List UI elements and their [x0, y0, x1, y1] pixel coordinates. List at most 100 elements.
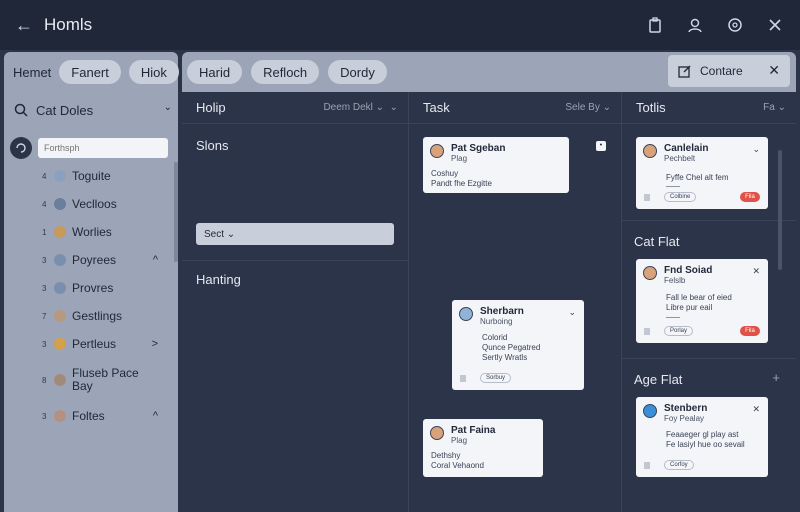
sidebar-item[interactable]: 7 Gestlings	[4, 302, 170, 330]
context-button-label: Contare	[700, 64, 743, 78]
section-title: Hanting	[196, 272, 241, 287]
card-tag[interactable]: Sorbuy	[480, 373, 512, 383]
close-icon[interactable]: ✕	[752, 266, 760, 277]
status-badge[interactable]: Fila	[740, 326, 760, 336]
divider	[182, 260, 408, 261]
column-header: Holip Deem Dekl ⌄ ⌄	[182, 92, 408, 124]
column-title: Holip	[196, 100, 226, 115]
main-board: Holip Deem Dekl ⌄ ⌄ Slons Sect ⌄ Hanting…	[182, 92, 796, 512]
window-controls	[644, 14, 786, 36]
settings-icon[interactable]	[724, 14, 746, 36]
back-arrow-icon[interactable]: ←	[14, 15, 34, 35]
column-sort[interactable]: Deem Dekl ⌄ ⌄	[323, 102, 398, 113]
clipboard-icon[interactable]	[644, 14, 666, 36]
view-pill[interactable]: Refloch	[251, 60, 320, 84]
section-select[interactable]: Sect ⌄	[196, 223, 394, 245]
card-subtitle: Plag	[451, 436, 468, 445]
task-card[interactable]: Canlelain Pechbelt ⌄ Fyffe Chel alt fem …	[636, 137, 768, 209]
card-line: Fyffe Chel alt fem	[666, 173, 729, 182]
scrollbar[interactable]	[174, 162, 178, 262]
sidebar-item-label: Worlies	[72, 224, 112, 239]
card-tag[interactable]: Colbine	[664, 192, 697, 202]
sort-label: Sele By	[565, 102, 600, 113]
column-sort[interactable]: Sele By ⌄	[565, 102, 611, 113]
task-card[interactable]: Pat Sgeban Plag Coshuy Pandt fhe Ezgitte	[423, 137, 569, 193]
sidebar-search[interactable]: Cat Doles ⌄	[14, 100, 172, 120]
close-icon[interactable]	[764, 14, 786, 36]
card-line: Sertly Wratls	[482, 353, 528, 362]
column-task: Task Sele By ⌄ Pat Sgeban Plag Coshuy Pa…	[409, 92, 621, 512]
toolbar-left: Hemet Fanert Hiok	[4, 52, 179, 92]
view-pill[interactable]: Dordy	[328, 60, 387, 84]
chevron-down-icon[interactable]: ⌄	[752, 144, 760, 155]
card-line: Fall le bear of eied	[666, 293, 732, 302]
search-icon	[14, 103, 28, 117]
toolbar: Hemet Fanert Hiok Harid Refloch Dordy Co…	[0, 50, 800, 92]
card-line: Feaaeger gl play ast	[666, 430, 739, 439]
card-subtitle: Felslb	[664, 276, 686, 285]
card-subtitle: Plag	[451, 154, 468, 163]
avatar	[54, 282, 66, 294]
card-tag[interactable]: Porlay	[664, 326, 694, 336]
task-card[interactable]: Stenbern Foy Pealay ✕ Feaaeger gl play a…	[636, 397, 768, 477]
sidebar-item[interactable]: 4 Veclloos	[4, 190, 170, 218]
sidebar-search-label: Cat Doles	[36, 102, 94, 118]
divider	[622, 358, 796, 359]
sidebar-item[interactable]: 3 Provres	[4, 274, 170, 302]
sidebar-item[interactable]: 3 Pertleus >	[4, 330, 170, 358]
sidebar-filter-input[interactable]	[38, 138, 168, 158]
sidebar-item-label: Poyrees	[72, 252, 117, 267]
card-tag[interactable]: Corfoy	[664, 460, 694, 470]
attachment-icon	[644, 328, 650, 335]
attachment-icon	[644, 194, 650, 201]
scrollbar[interactable]	[778, 150, 782, 270]
chevron-right-icon[interactable]: >	[152, 338, 158, 350]
sidebar-item[interactable]: 3 Poyrees ^	[4, 246, 170, 274]
sidebar-item[interactable]: 3 Foltes ^	[4, 402, 170, 430]
task-card[interactable]: Sherbarn Nurboing ⌄ Colorid Qunce Pegatr…	[452, 300, 584, 390]
avatar	[54, 170, 66, 182]
avatar	[54, 374, 66, 386]
column-totlis: Totlis Fa ⌄ Canlelain Pechbelt ⌄ Fyffe C…	[622, 92, 796, 512]
sidebar-item[interactable]: 4 Toguite	[4, 162, 170, 190]
avatar	[54, 338, 66, 350]
close-icon[interactable]: ✕	[752, 404, 760, 415]
card-line: Libre pur eail	[666, 303, 713, 312]
sidebar-item-label: Fluseb Pace Bay	[72, 366, 139, 393]
sort-label: Fa	[763, 102, 775, 113]
avatar[interactable]	[10, 137, 32, 159]
card-line: Fe lasiyl hue oo sevail	[666, 440, 745, 449]
chevron-up-icon[interactable]: ^	[153, 410, 158, 422]
chevron-down-icon[interactable]: ⌄	[164, 102, 172, 113]
sidebar-item[interactable]: 8 Fluseb Pace Bay	[4, 358, 170, 402]
chevron-down-icon[interactable]: ⌄	[568, 307, 576, 318]
sort-label: Deem Dekl	[323, 102, 373, 113]
column-header: Totlis Fa ⌄	[622, 92, 796, 124]
filter-pill[interactable]: Hiok	[128, 60, 179, 84]
sidebar-item-label: Gestlings	[72, 308, 123, 323]
avatar	[54, 226, 66, 238]
filter-pill[interactable]: Fanert	[59, 60, 121, 84]
checkbox-icon[interactable]: •	[596, 141, 606, 151]
card-name: Fnd Soiad	[664, 265, 713, 276]
section-title: Slons	[196, 138, 229, 153]
divider	[666, 317, 680, 318]
attachment-icon	[644, 462, 650, 469]
context-button[interactable]: Contare ✕	[668, 55, 790, 87]
card-line: Coshuy	[431, 169, 459, 178]
column-sort[interactable]: Fa ⌄	[763, 102, 786, 113]
sidebar-input-row	[10, 136, 174, 160]
edit-icon	[678, 65, 691, 78]
user-icon[interactable]	[684, 14, 706, 36]
add-icon[interactable]: +	[772, 370, 780, 385]
close-icon[interactable]: ✕	[768, 62, 780, 79]
sidebar-item[interactable]: 1 Worlies	[4, 218, 170, 246]
column-title: Totlis	[636, 100, 666, 115]
view-pill[interactable]: Harid	[187, 60, 243, 84]
task-card[interactable]: Pat Faina Plag Dethshy Coral Vehaond	[423, 419, 543, 477]
attachment-icon	[460, 375, 466, 382]
status-badge[interactable]: Fila	[740, 192, 760, 202]
chevron-up-icon[interactable]: ^	[153, 254, 158, 266]
select-label: Sect	[204, 228, 225, 240]
task-card[interactable]: Fnd Soiad Felslb ✕ Fall le bear of eied …	[636, 259, 768, 343]
